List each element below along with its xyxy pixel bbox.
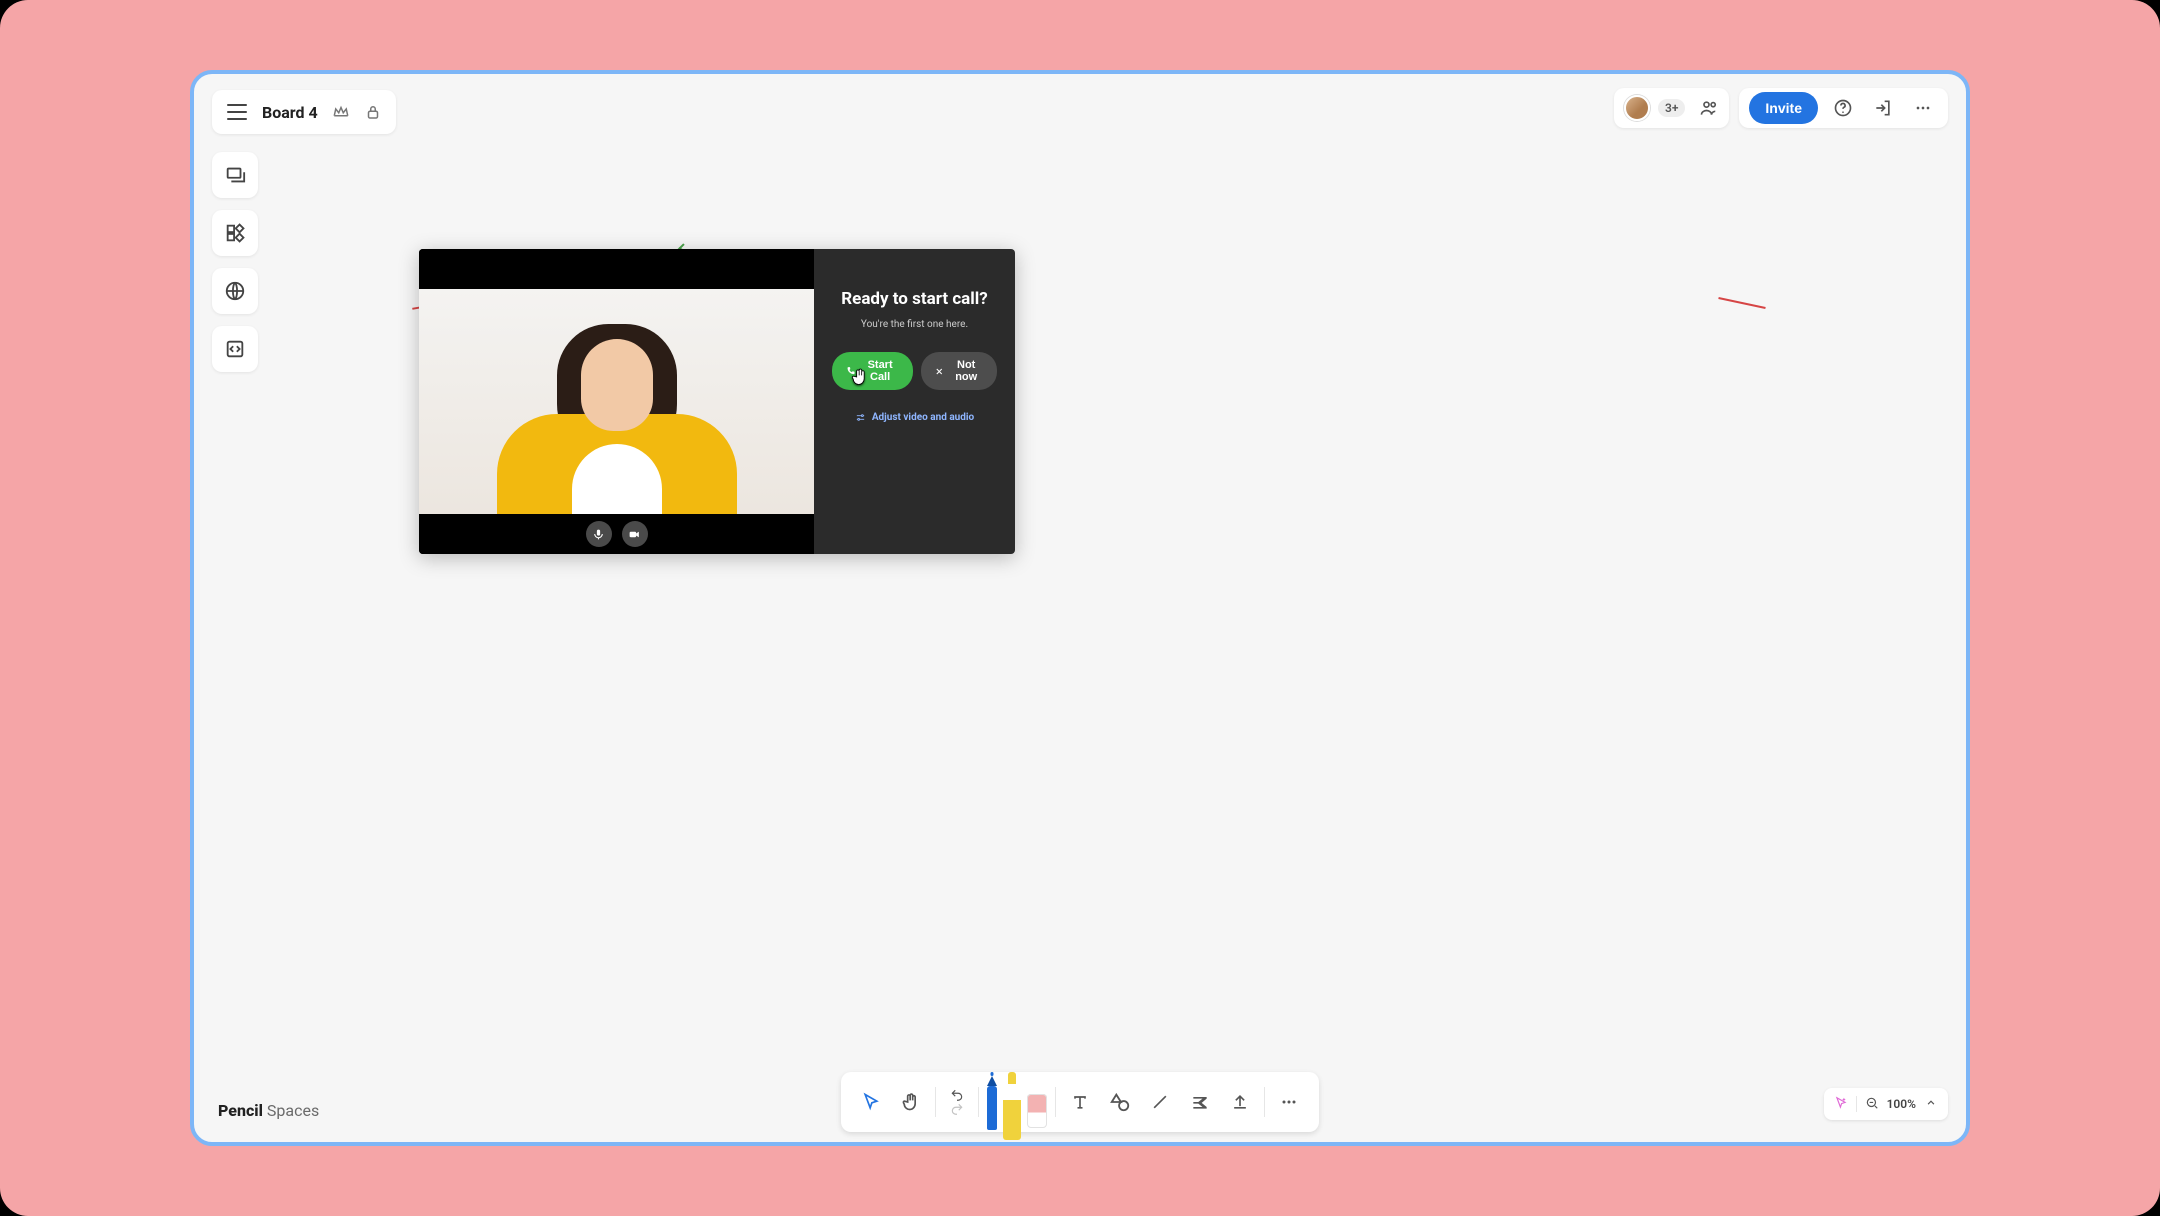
shapes-tool[interactable] xyxy=(1100,1082,1140,1122)
app-frame: Board 4 3+ Invite xyxy=(190,70,1970,1146)
menu-icon[interactable] xyxy=(226,101,248,123)
video-preview-pane xyxy=(419,249,814,554)
redo-button[interactable] xyxy=(947,1102,967,1116)
code-panel-button[interactable] xyxy=(212,326,258,372)
apps-panel-button[interactable] xyxy=(212,210,258,256)
equation-tool[interactable] xyxy=(1180,1082,1220,1122)
canvas-stroke xyxy=(1718,297,1765,309)
line-tool[interactable] xyxy=(1140,1082,1180,1122)
sliders-icon xyxy=(855,412,866,423)
people-icon[interactable] xyxy=(1699,98,1719,118)
backdrop: Board 4 3+ Invite xyxy=(0,0,2160,1216)
zoom-menu-button[interactable] xyxy=(1924,1096,1938,1113)
mic-toggle-button[interactable] xyxy=(586,521,612,547)
text-tool[interactable] xyxy=(1060,1082,1100,1122)
participant-count: 3+ xyxy=(1658,99,1685,117)
zoom-control: 100% xyxy=(1824,1088,1948,1120)
more-tools-button[interactable] xyxy=(1269,1082,1309,1122)
eraser-tool[interactable] xyxy=(1027,1094,1047,1128)
brand-logo: Pencil Spaces xyxy=(218,1101,319,1120)
adjust-av-link[interactable]: Adjust video and audio xyxy=(855,412,974,423)
pan-tool[interactable] xyxy=(891,1082,931,1122)
select-tool[interactable] xyxy=(851,1082,891,1122)
lock-icon[interactable] xyxy=(364,103,382,121)
more-button[interactable] xyxy=(1908,93,1938,123)
boards-panel-button[interactable] xyxy=(212,152,258,198)
phone-icon xyxy=(846,365,855,377)
top-right-cluster: 3+ Invite xyxy=(1614,88,1948,128)
undo-button[interactable] xyxy=(947,1088,967,1102)
help-button[interactable] xyxy=(1828,93,1858,123)
side-tool-column xyxy=(212,152,258,372)
pen-tool[interactable] xyxy=(987,1086,997,1130)
header-actions: Invite xyxy=(1739,88,1948,128)
call-dialog-subtitle: You're the first one here. xyxy=(861,319,968,330)
avatar xyxy=(1624,95,1650,121)
video-preview xyxy=(419,289,814,514)
draw-tools-group xyxy=(987,1072,1047,1132)
highlighter-tool[interactable] xyxy=(1003,1084,1021,1140)
participants-chip[interactable]: 3+ xyxy=(1614,88,1729,128)
close-icon xyxy=(935,366,944,377)
board-chip: Board 4 xyxy=(212,90,396,134)
bottom-toolbar xyxy=(841,1072,1319,1132)
start-call-button[interactable]: Start Call xyxy=(832,352,913,390)
invite-button[interactable]: Invite xyxy=(1749,92,1818,124)
call-info-pane: Ready to start call? You're the first on… xyxy=(814,249,1015,554)
board-title[interactable]: Board 4 xyxy=(262,103,318,122)
not-now-button[interactable]: Not now xyxy=(921,352,997,390)
camera-toggle-button[interactable] xyxy=(622,521,648,547)
upload-tool[interactable] xyxy=(1220,1082,1260,1122)
zoom-out-button[interactable] xyxy=(1865,1096,1879,1113)
call-dialog-title: Ready to start call? xyxy=(841,289,988,309)
magic-cursor-icon[interactable] xyxy=(1834,1096,1848,1113)
zoom-level[interactable]: 100% xyxy=(1887,1097,1916,1111)
crown-icon[interactable] xyxy=(332,103,350,121)
exit-button[interactable] xyxy=(1868,93,1898,123)
call-dialog: Ready to start call? You're the first on… xyxy=(419,249,1015,554)
web-panel-button[interactable] xyxy=(212,268,258,314)
